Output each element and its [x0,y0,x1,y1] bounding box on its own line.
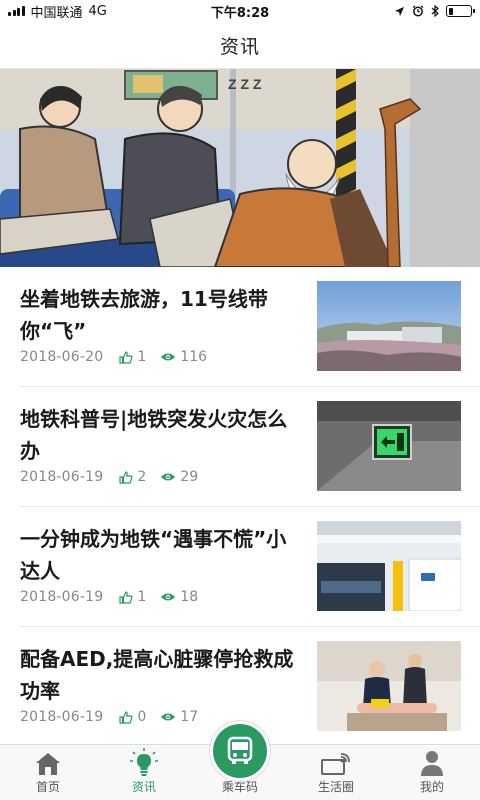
list-item[interactable]: 坐着地铁去旅游，11号线带你“飞” 2018-06-20 1 116 [20,267,480,387]
like-count-value: 0 [137,709,147,725]
eye-icon [161,353,176,361]
news-title: 配备AED,提高心脏骤停抢救成功率 [20,647,294,703]
like-count[interactable]: 1 [119,589,146,605]
banner-image[interactable]: Z Z Z [0,69,480,267]
view-count: 18 [160,589,198,605]
eye-icon [161,593,176,601]
view-count-value: 29 [180,469,199,485]
news-thumbnail[interactable] [317,641,461,731]
tab-icon-wrap [321,748,351,776]
network-label: 4G [88,3,107,19]
signal-icon [8,6,25,16]
tab-label: 生活圈 [317,780,354,794]
list-item[interactable]: 地铁科普号|地铁突发火灾怎么办 2018-06-19 2 29 [20,387,480,507]
train-interior-photo [317,521,461,611]
like-count[interactable]: 2 [119,469,146,485]
view-count: 29 [160,469,198,485]
thumbs-up-icon [119,350,133,364]
news-date: 2018-06-19 [20,709,104,725]
tab-icon-wrap [35,748,61,776]
like-count[interactable]: 1 [119,349,146,365]
location-icon [394,6,405,16]
carrier-label: 中国联通 [30,5,83,21]
battery-icon [446,5,475,17]
news-meta: 2018-06-19 2 29 [20,469,212,485]
news-thumbnail[interactable] [317,281,461,371]
eye-icon [161,713,176,721]
bus-icon [227,736,253,764]
svg-text:Z Z Z: Z Z Z [228,76,262,92]
tab-news[interactable]: 资讯 [96,745,192,800]
bluetooth-icon [431,5,439,17]
news-thumbnail[interactable] [317,401,461,491]
person-icon [421,751,443,776]
alarm-icon [412,5,424,17]
news-meta: 2018-06-19 0 17 [20,709,212,725]
news-meta: 2018-06-19 1 18 [20,589,212,605]
tab-home[interactable]: 首页 [0,745,96,800]
like-count-value: 1 [137,349,147,365]
tab-mine[interactable]: 我的 [384,745,480,800]
view-count: 17 [160,709,198,725]
status-left: 中国联通 4G [8,2,107,21]
news-list: 坐着地铁去旅游，11号线带你“飞” 2018-06-20 1 116 地铁科普号… [0,267,480,747]
list-item[interactable]: 一分钟成为地铁“遇事不慌”小达人 2018-06-19 1 18 [20,507,480,627]
like-count[interactable]: 0 [119,709,146,725]
comic-illustration: Z Z Z [0,69,480,267]
news-title: 地铁科普号|地铁突发火灾怎么办 [20,407,288,463]
tab-life-circle[interactable]: 生活圈 [288,745,384,800]
cpr-training-photo [317,641,461,731]
home-icon [36,753,60,775]
news-title: 一分钟成为地铁“遇事不慌”小达人 [20,527,287,583]
lightbulb-icon [130,748,158,776]
ride-code-button-inner [213,724,267,778]
like-count-value: 1 [137,589,147,605]
thumbs-up-icon [119,710,133,724]
view-count-value: 116 [180,349,208,365]
thumbs-up-icon [119,590,133,604]
landscape-photo [317,281,461,371]
news-meta: 2018-06-20 1 116 [20,349,221,365]
view-count-value: 18 [180,589,199,605]
tab-label: 资讯 [131,780,156,794]
ride-code-button[interactable] [209,720,271,782]
news-title: 坐着地铁去旅游，11号线带你“飞” [20,287,268,343]
status-bar: 中国联通 4G 下午8:28 [0,0,480,22]
life-circle-icon [321,753,350,775]
news-thumbnail[interactable] [317,521,461,611]
nav-bar: 资讯 [0,22,480,69]
news-date: 2018-06-19 [20,469,104,485]
exit-sign-photo [317,401,461,491]
status-right [394,5,475,17]
view-count-value: 17 [180,709,199,725]
like-count-value: 2 [137,469,147,485]
news-date: 2018-06-19 [20,589,104,605]
thumbs-up-icon [119,470,133,484]
tab-icon-wrap [130,748,158,776]
tab-label: 首页 [35,780,60,794]
page-title: 资讯 [219,35,260,58]
news-date: 2018-06-20 [20,349,104,365]
eye-icon [161,473,176,481]
tab-label: 我的 [419,780,444,794]
tab-icon-wrap [420,748,444,776]
view-count: 116 [160,349,207,365]
